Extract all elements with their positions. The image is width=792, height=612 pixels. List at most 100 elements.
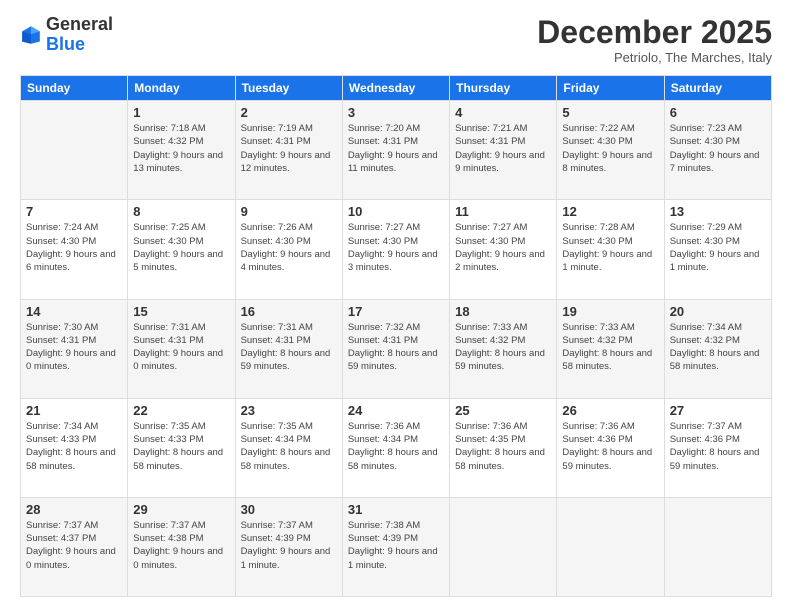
logo: General Blue: [20, 15, 113, 55]
day-number: 18: [455, 304, 551, 319]
day-info: Sunrise: 7:35 AMSunset: 4:34 PMDaylight:…: [241, 420, 337, 473]
day-info: Sunrise: 7:29 AMSunset: 4:30 PMDaylight:…: [670, 221, 766, 274]
day-info: Sunrise: 7:37 AMSunset: 4:36 PMDaylight:…: [670, 420, 766, 473]
day-number: 28: [26, 502, 122, 517]
table-row: 24 Sunrise: 7:36 AMSunset: 4:34 PMDaylig…: [342, 398, 449, 497]
calendar-header-row: Sunday Monday Tuesday Wednesday Thursday…: [21, 76, 772, 101]
header-sunday: Sunday: [21, 76, 128, 101]
calendar-week-row: 14 Sunrise: 7:30 AMSunset: 4:31 PMDaylig…: [21, 299, 772, 398]
day-number: 21: [26, 403, 122, 418]
header-thursday: Thursday: [450, 76, 557, 101]
table-row: 3 Sunrise: 7:20 AMSunset: 4:31 PMDayligh…: [342, 101, 449, 200]
logo-icon: [20, 24, 42, 46]
table-row: 15 Sunrise: 7:31 AMSunset: 4:31 PMDaylig…: [128, 299, 235, 398]
header: General Blue December 2025 Petriolo, The…: [20, 15, 772, 65]
table-row: 16 Sunrise: 7:31 AMSunset: 4:31 PMDaylig…: [235, 299, 342, 398]
day-number: 14: [26, 304, 122, 319]
day-info: Sunrise: 7:34 AMSunset: 4:32 PMDaylight:…: [670, 321, 766, 374]
day-number: 20: [670, 304, 766, 319]
day-number: 10: [348, 204, 444, 219]
day-number: 8: [133, 204, 229, 219]
day-info: Sunrise: 7:25 AMSunset: 4:30 PMDaylight:…: [133, 221, 229, 274]
day-number: 25: [455, 403, 551, 418]
table-row: 13 Sunrise: 7:29 AMSunset: 4:30 PMDaylig…: [664, 200, 771, 299]
day-number: 11: [455, 204, 551, 219]
day-info: Sunrise: 7:28 AMSunset: 4:30 PMDaylight:…: [562, 221, 658, 274]
table-row: 8 Sunrise: 7:25 AMSunset: 4:30 PMDayligh…: [128, 200, 235, 299]
day-info: Sunrise: 7:37 AMSunset: 4:37 PMDaylight:…: [26, 519, 122, 572]
day-info: Sunrise: 7:20 AMSunset: 4:31 PMDaylight:…: [348, 122, 444, 175]
day-number: 15: [133, 304, 229, 319]
day-info: Sunrise: 7:31 AMSunset: 4:31 PMDaylight:…: [241, 321, 337, 374]
day-number: 23: [241, 403, 337, 418]
header-wednesday: Wednesday: [342, 76, 449, 101]
day-info: Sunrise: 7:38 AMSunset: 4:39 PMDaylight:…: [348, 519, 444, 572]
logo-blue-text: Blue: [46, 34, 85, 54]
day-number: 6: [670, 105, 766, 120]
day-info: Sunrise: 7:32 AMSunset: 4:31 PMDaylight:…: [348, 321, 444, 374]
day-number: 19: [562, 304, 658, 319]
table-row: 2 Sunrise: 7:19 AMSunset: 4:31 PMDayligh…: [235, 101, 342, 200]
day-info: Sunrise: 7:26 AMSunset: 4:30 PMDaylight:…: [241, 221, 337, 274]
day-number: 24: [348, 403, 444, 418]
location-text: Petriolo, The Marches, Italy: [537, 50, 772, 65]
day-info: Sunrise: 7:22 AMSunset: 4:30 PMDaylight:…: [562, 122, 658, 175]
day-info: Sunrise: 7:33 AMSunset: 4:32 PMDaylight:…: [562, 321, 658, 374]
table-row: 21 Sunrise: 7:34 AMSunset: 4:33 PMDaylig…: [21, 398, 128, 497]
day-info: Sunrise: 7:36 AMSunset: 4:36 PMDaylight:…: [562, 420, 658, 473]
day-number: 26: [562, 403, 658, 418]
calendar-week-row: 7 Sunrise: 7:24 AMSunset: 4:30 PMDayligh…: [21, 200, 772, 299]
day-info: Sunrise: 7:34 AMSunset: 4:33 PMDaylight:…: [26, 420, 122, 473]
table-row: 4 Sunrise: 7:21 AMSunset: 4:31 PMDayligh…: [450, 101, 557, 200]
table-row: 19 Sunrise: 7:33 AMSunset: 4:32 PMDaylig…: [557, 299, 664, 398]
table-row: 11 Sunrise: 7:27 AMSunset: 4:30 PMDaylig…: [450, 200, 557, 299]
day-number: 27: [670, 403, 766, 418]
day-number: 2: [241, 105, 337, 120]
header-monday: Monday: [128, 76, 235, 101]
calendar-week-row: 28 Sunrise: 7:37 AMSunset: 4:37 PMDaylig…: [21, 497, 772, 596]
day-info: Sunrise: 7:37 AMSunset: 4:39 PMDaylight:…: [241, 519, 337, 572]
table-row: [21, 101, 128, 200]
header-saturday: Saturday: [664, 76, 771, 101]
table-row: 30 Sunrise: 7:37 AMSunset: 4:39 PMDaylig…: [235, 497, 342, 596]
header-friday: Friday: [557, 76, 664, 101]
day-number: 1: [133, 105, 229, 120]
day-info: Sunrise: 7:19 AMSunset: 4:31 PMDaylight:…: [241, 122, 337, 175]
table-row: 7 Sunrise: 7:24 AMSunset: 4:30 PMDayligh…: [21, 200, 128, 299]
table-row: [557, 497, 664, 596]
table-row: 26 Sunrise: 7:36 AMSunset: 4:36 PMDaylig…: [557, 398, 664, 497]
day-number: 22: [133, 403, 229, 418]
table-row: 23 Sunrise: 7:35 AMSunset: 4:34 PMDaylig…: [235, 398, 342, 497]
table-row: 31 Sunrise: 7:38 AMSunset: 4:39 PMDaylig…: [342, 497, 449, 596]
day-info: Sunrise: 7:36 AMSunset: 4:34 PMDaylight:…: [348, 420, 444, 473]
table-row: 18 Sunrise: 7:33 AMSunset: 4:32 PMDaylig…: [450, 299, 557, 398]
table-row: 27 Sunrise: 7:37 AMSunset: 4:36 PMDaylig…: [664, 398, 771, 497]
calendar-week-row: 1 Sunrise: 7:18 AMSunset: 4:32 PMDayligh…: [21, 101, 772, 200]
day-info: Sunrise: 7:21 AMSunset: 4:31 PMDaylight:…: [455, 122, 551, 175]
month-title: December 2025: [537, 15, 772, 50]
header-tuesday: Tuesday: [235, 76, 342, 101]
title-section: December 2025 Petriolo, The Marches, Ita…: [537, 15, 772, 65]
day-info: Sunrise: 7:24 AMSunset: 4:30 PMDaylight:…: [26, 221, 122, 274]
day-number: 4: [455, 105, 551, 120]
day-number: 3: [348, 105, 444, 120]
table-row: 29 Sunrise: 7:37 AMSunset: 4:38 PMDaylig…: [128, 497, 235, 596]
day-info: Sunrise: 7:33 AMSunset: 4:32 PMDaylight:…: [455, 321, 551, 374]
day-number: 12: [562, 204, 658, 219]
table-row: [450, 497, 557, 596]
day-number: 31: [348, 502, 444, 517]
table-row: 10 Sunrise: 7:27 AMSunset: 4:30 PMDaylig…: [342, 200, 449, 299]
table-row: 9 Sunrise: 7:26 AMSunset: 4:30 PMDayligh…: [235, 200, 342, 299]
table-row: 17 Sunrise: 7:32 AMSunset: 4:31 PMDaylig…: [342, 299, 449, 398]
day-info: Sunrise: 7:27 AMSunset: 4:30 PMDaylight:…: [455, 221, 551, 274]
day-number: 9: [241, 204, 337, 219]
table-row: 12 Sunrise: 7:28 AMSunset: 4:30 PMDaylig…: [557, 200, 664, 299]
calendar-week-row: 21 Sunrise: 7:34 AMSunset: 4:33 PMDaylig…: [21, 398, 772, 497]
day-info: Sunrise: 7:35 AMSunset: 4:33 PMDaylight:…: [133, 420, 229, 473]
day-info: Sunrise: 7:18 AMSunset: 4:32 PMDaylight:…: [133, 122, 229, 175]
table-row: 5 Sunrise: 7:22 AMSunset: 4:30 PMDayligh…: [557, 101, 664, 200]
day-number: 7: [26, 204, 122, 219]
table-row: 22 Sunrise: 7:35 AMSunset: 4:33 PMDaylig…: [128, 398, 235, 497]
table-row: 25 Sunrise: 7:36 AMSunset: 4:35 PMDaylig…: [450, 398, 557, 497]
logo-general-text: General: [46, 14, 113, 34]
